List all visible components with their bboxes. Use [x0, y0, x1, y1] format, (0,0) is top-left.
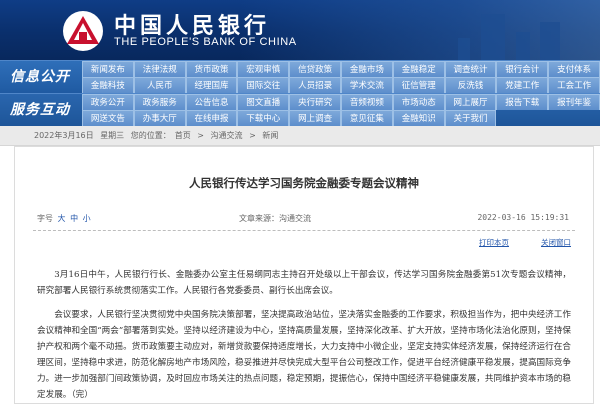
info-nav-item-9[interactable]: 支付体系: [548, 61, 600, 77]
service-nav-item-3[interactable]: 图文直播: [237, 94, 290, 110]
service-nav-item-6[interactable]: 市场动态: [392, 94, 445, 110]
service-nav-item-8[interactable]: 报告下载: [496, 94, 549, 110]
location-prefix: 您的位置：: [130, 131, 171, 140]
service-nav-item-15[interactable]: 意见征集: [340, 110, 393, 126]
info-nav-item-11[interactable]: 人民币: [133, 77, 186, 93]
font-size-medium[interactable]: 中: [70, 214, 78, 223]
font-size-control: 字号 大 中 小: [37, 213, 91, 224]
bank-name-english: THE PEOPLE'S BANK OF CHINA: [114, 36, 297, 48]
info-nav-item-10[interactable]: 金融科技: [82, 77, 134, 93]
article-source: 文章来源：沟通交流: [239, 214, 311, 223]
service-nav-item-16[interactable]: 金融知识: [392, 110, 445, 126]
info-nav-item-17[interactable]: 反洗钱: [444, 77, 497, 93]
divider: [33, 230, 575, 231]
info-nav-item-3[interactable]: 宏观审慎: [237, 61, 290, 77]
font-size-large[interactable]: 大: [58, 214, 66, 223]
article-paragraph: 会议要求，人民银行坚决贯彻党中央国务院决策部署，坚决提高政治站位，坚决落实金融委…: [37, 310, 571, 400]
close-window-link[interactable]: 关闭窗口: [541, 237, 571, 248]
info-nav-grid: 新闻发布 法律法规 货币政策 宏观审慎 信贷政策 金融市场 金融稳定 调查统计 银行会计 支付体系…: [82, 61, 600, 93]
article-panel: 人民银行传达学习国务院金融委专题会议精神 字号 大 中 小 文章来源：沟通交流 …: [14, 146, 594, 404]
breadcrumb-section-link[interactable]: 沟通交流: [211, 131, 243, 140]
service-nav-item-1[interactable]: 政务服务: [133, 94, 186, 110]
info-nav-item-8[interactable]: 银行会计: [496, 61, 549, 77]
info-nav-item-0[interactable]: 新闻发布: [82, 61, 134, 77]
service-nav-item-12[interactable]: 在线申报: [185, 110, 238, 126]
info-nav-item-12[interactable]: 经理国库: [185, 77, 238, 93]
article-datetime: 2022-03-16 15:19:31: [477, 213, 569, 222]
info-nav-item-19[interactable]: 工会工作: [548, 77, 600, 93]
pboc-logo-icon[interactable]: [62, 10, 104, 52]
service-interaction-nav: 服务互动 政务公开 政务服务 公告信息 图文直播 央行研究 音频视频 市场动态 网上展厅 报告下…: [0, 93, 600, 126]
breadcrumb-separator: >: [249, 131, 256, 140]
service-nav-item-14[interactable]: 网上调查: [289, 110, 341, 126]
service-nav-item-11[interactable]: 办事大厅: [133, 110, 186, 126]
article-paragraph: 3月16日中午，人民银行行长、金融委办公室主任易纲同志主持召开处级以上干部会议，…: [37, 270, 571, 296]
info-disclosure-nav: 信息公开 新闻发布 法律法规 货币政策 宏观审慎 信贷政策 金融市场 金融稳定 调查统计 银行会…: [0, 60, 600, 93]
font-size-label: 字号: [37, 214, 53, 223]
font-size-small[interactable]: 小: [83, 214, 91, 223]
article-tools: 打印本页 关闭窗口: [15, 237, 593, 251]
service-nav-item-18: [496, 110, 548, 126]
info-nav-item-14[interactable]: 人员招录: [289, 77, 341, 93]
service-nav-item-0[interactable]: 政务公开: [82, 94, 134, 110]
banner-building-graphic: [540, 22, 560, 60]
info-nav-item-16[interactable]: 征信管理: [392, 77, 445, 93]
info-nav-item-1[interactable]: 法律法规: [133, 61, 186, 77]
info-nav-item-2[interactable]: 货币政策: [185, 61, 238, 77]
breadcrumb-separator: >: [197, 131, 204, 140]
nav-section-title: 信息公开: [10, 69, 70, 85]
print-page-link[interactable]: 打印本页: [479, 237, 509, 248]
service-nav-item-10[interactable]: 网送文告: [82, 110, 134, 126]
service-nav-item-17[interactable]: 关于我们: [444, 110, 497, 126]
service-nav-item-13[interactable]: 下载中心: [237, 110, 290, 126]
info-nav-item-15[interactable]: 学术交流: [340, 77, 393, 93]
current-weekday: 星期三: [100, 131, 125, 140]
service-nav-item-7[interactable]: 网上展厅: [444, 94, 497, 110]
info-nav-item-4[interactable]: 信贷政策: [289, 61, 341, 77]
article-body: 3月16日中午，人民银行行长、金融委办公室主任易纲同志主持召开处级以上干部会议，…: [37, 267, 571, 403]
article-meta: 字号 大 中 小 文章来源：沟通交流 2022-03-16 15:19:31: [15, 213, 593, 227]
info-nav-item-18[interactable]: 党建工作: [496, 77, 549, 93]
info-nav-item-13[interactable]: 国际交往: [237, 77, 290, 93]
service-nav-item-9[interactable]: 报刊年鉴: [548, 94, 600, 110]
banner-building-graphic: [458, 38, 470, 60]
service-nav-item-5[interactable]: 音频视频: [340, 94, 393, 110]
service-nav-item-4[interactable]: 央行研究: [289, 94, 341, 110]
service-nav-grid: 政务公开 政务服务 公告信息 图文直播 央行研究 音频视频 市场动态 网上展厅 报告下载 报刊年鉴…: [82, 94, 600, 126]
info-nav-item-7[interactable]: 调查统计: [444, 61, 497, 77]
banner-building-graphic: [516, 32, 530, 60]
breadcrumb-home-link[interactable]: 首页: [175, 131, 191, 140]
breadcrumb: 2022年3月16日 星期三 您的位置： 首页 > 沟通交流 > 新闻: [0, 126, 600, 146]
service-nav-item-19: [548, 110, 600, 126]
site-banner: 中国人民银行 THE PEOPLE'S BANK OF CHINA: [0, 0, 600, 60]
info-nav-item-6[interactable]: 金融稳定: [392, 61, 445, 77]
service-nav-item-2[interactable]: 公告信息: [185, 94, 238, 110]
article-title: 人民银行传达学习国务院金融委专题会议精神: [189, 176, 419, 190]
current-date: 2022年3月16日: [34, 131, 94, 140]
banner-building-graphic: [481, 14, 505, 60]
breadcrumb-current-page: 新闻: [262, 131, 279, 140]
info-nav-item-5[interactable]: 金融市场: [340, 61, 393, 77]
nav-section-title: 服务互动: [10, 102, 70, 118]
